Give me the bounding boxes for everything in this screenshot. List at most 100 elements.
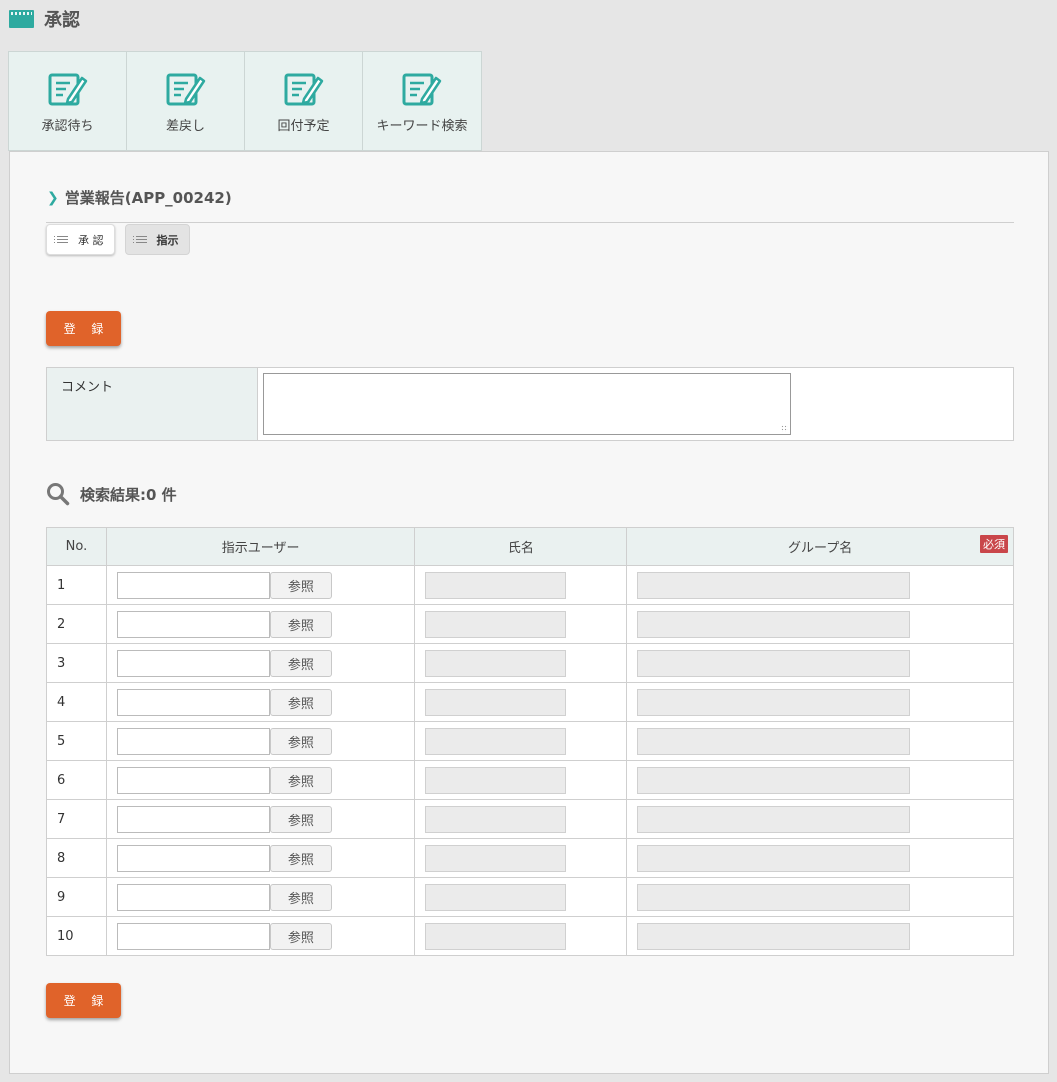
comment-label: コメント	[47, 368, 258, 440]
group-readonly-field	[637, 883, 911, 911]
subtabs: 承 認 指示	[46, 224, 190, 255]
user-input[interactable]	[116, 727, 270, 755]
resize-handle-icon[interactable]	[781, 425, 788, 432]
group-cell	[626, 721, 1014, 761]
reference-button[interactable]: 参照	[269, 571, 332, 599]
row-number: 7	[46, 799, 107, 839]
table-header-row: No. 指示ユーザー 氏名 グループ名 必須	[46, 527, 1014, 566]
section-title-text: 営業報告(APP_00242)	[64, 189, 232, 207]
register-button-top[interactable]: 登 録	[46, 311, 121, 346]
group-cell	[626, 916, 1014, 956]
group-readonly-field	[637, 766, 911, 794]
tab-label: 承認待ち	[41, 119, 94, 134]
name-readonly-field	[425, 727, 567, 755]
required-badge: 必須	[980, 535, 1008, 553]
table-body: 1 参照 2 参照 3 参照 4 参照 5 参照 6 参照 7 参照 8 参照 9 参照 10 参照	[46, 565, 1014, 956]
group-readonly-field	[637, 571, 911, 599]
name-readonly-field	[425, 610, 567, 638]
main-panel: ❯ 営業報告(APP_00242) 承 認 指示 登 録 コメント 検索結果:0…	[9, 151, 1049, 1074]
group-cell	[626, 604, 1014, 644]
user-input[interactable]	[116, 610, 270, 638]
table-row: 6 参照	[46, 760, 1014, 800]
comment-textarea[interactable]	[263, 373, 791, 435]
subtab-approve[interactable]: 承 認	[46, 224, 115, 255]
page-header: 承認	[9, 6, 80, 32]
row-number: 5	[46, 721, 107, 761]
name-readonly-field	[425, 883, 567, 911]
group-cell	[626, 565, 1014, 605]
section-title: ❯ 営業報告(APP_00242)	[47, 187, 232, 208]
group-cell	[626, 682, 1014, 722]
header-group-label: グループ名	[788, 541, 853, 556]
name-cell	[414, 643, 628, 683]
name-cell	[414, 799, 628, 839]
table-row: 7 参照	[46, 799, 1014, 839]
user-cell: 参照	[105, 565, 416, 605]
user-input[interactable]	[116, 805, 270, 833]
name-cell	[414, 682, 628, 722]
chevron-right-icon: ❯	[47, 189, 59, 206]
table-row: 2 参照	[46, 604, 1014, 644]
user-input[interactable]	[116, 922, 270, 950]
user-cell: 参照	[105, 643, 416, 683]
reference-button[interactable]: 参照	[269, 649, 332, 677]
group-readonly-field	[637, 610, 911, 638]
page-title: 承認	[44, 10, 80, 31]
tab-label: 差戻し	[165, 119, 205, 134]
window-icon	[9, 10, 34, 28]
subtab-label: 指示	[156, 233, 179, 247]
group-cell	[626, 760, 1014, 800]
user-input[interactable]	[116, 766, 270, 794]
comment-row: コメント	[46, 367, 1014, 441]
name-cell	[414, 838, 628, 878]
tab-returned[interactable]: 差戻し	[126, 51, 244, 151]
tab-label: 回付予定	[277, 119, 330, 134]
reference-button[interactable]: 参照	[269, 610, 332, 638]
user-input[interactable]	[116, 844, 270, 872]
group-readonly-field	[637, 844, 911, 872]
reference-button[interactable]: 参照	[269, 766, 332, 794]
register-button-bottom[interactable]: 登 録	[46, 983, 121, 1018]
edit-note-icon	[284, 73, 323, 106]
name-readonly-field	[425, 766, 567, 794]
edit-note-icon	[48, 73, 87, 106]
user-cell: 参照	[105, 682, 416, 722]
header-name: 氏名	[414, 527, 628, 566]
name-cell	[414, 877, 628, 917]
reference-button[interactable]: 参照	[269, 883, 332, 911]
tab-pending-approval[interactable]: 承認待ち	[8, 51, 126, 151]
top-tabs: 承認待ち 差戻し 回付予定 キーワード検索	[8, 51, 482, 151]
group-cell	[626, 643, 1014, 683]
group-cell	[626, 838, 1014, 878]
user-input[interactable]	[116, 571, 270, 599]
user-input[interactable]	[116, 688, 270, 716]
subtab-instruct[interactable]: 指示	[124, 224, 190, 255]
name-readonly-field	[425, 688, 567, 716]
tab-keyword-search[interactable]: キーワード検索	[362, 51, 482, 151]
header-user: 指示ユーザー	[105, 527, 416, 566]
name-readonly-field	[425, 805, 567, 833]
user-input[interactable]	[116, 649, 270, 677]
header-group: グループ名 必須	[626, 527, 1014, 566]
search-result-header: 検索結果:0 件	[46, 482, 177, 506]
reference-button[interactable]: 参照	[269, 922, 332, 950]
edit-note-icon	[402, 73, 442, 106]
reference-button[interactable]: 参照	[269, 727, 332, 755]
name-readonly-field	[425, 922, 567, 950]
table-row: 3 参照	[46, 643, 1014, 683]
group-readonly-field	[637, 727, 911, 755]
table-row: 4 参照	[46, 682, 1014, 722]
divider	[46, 222, 1014, 223]
reference-button[interactable]: 参照	[269, 844, 332, 872]
name-cell	[414, 760, 628, 800]
user-input[interactable]	[116, 883, 270, 911]
reference-button[interactable]: 参照	[269, 805, 332, 833]
user-cell: 参照	[105, 721, 416, 761]
user-cell: 参照	[105, 799, 416, 839]
group-cell	[626, 799, 1014, 839]
group-readonly-field	[637, 805, 911, 833]
row-number: 8	[46, 838, 107, 878]
reference-button[interactable]: 参照	[269, 688, 332, 716]
search-icon	[47, 483, 70, 506]
tab-scheduled[interactable]: 回付予定	[244, 51, 362, 151]
